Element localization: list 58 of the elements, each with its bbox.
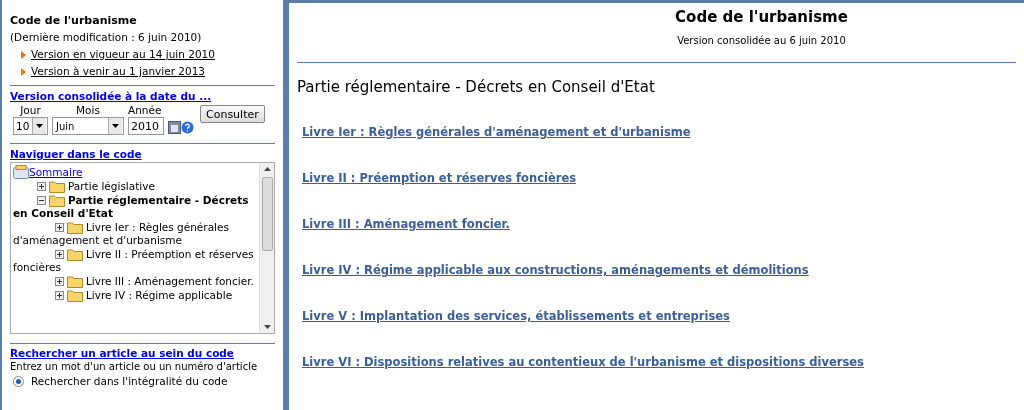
book-link[interactable]: Livre II : Préemption et réserves foncières — [302, 170, 577, 186]
calendar-icon[interactable] — [168, 120, 181, 134]
version-link[interactable]: Version à venir au 1 janvier 2013 — [31, 65, 206, 78]
last-modified: (Dernière modification : 6 juin 2010) — [10, 31, 203, 44]
search-hint: Entrez un mot d'un article ou un numéro d'article — [10, 360, 259, 373]
expand-icon[interactable] — [55, 223, 64, 232]
book-link[interactable]: Livre V : Implantation des services, établissements et entreprises — [302, 308, 730, 324]
scroll-up-icon[interactable] — [263, 167, 271, 171]
tree-item[interactable]: Livre II : Préemption et réserves foncières — [13, 248, 259, 274]
book-link[interactable]: Livre VI : Dispositions relatives au contentieux de l'urbanisme et dispositions diverses — [302, 354, 864, 370]
book-link[interactable]: Livre III : Aménagement foncier. — [302, 216, 510, 232]
tree-item[interactable]: Partie législative — [13, 180, 259, 193]
day-select[interactable]: 10 — [13, 117, 48, 135]
year-field[interactable]: 2010 — [128, 117, 164, 135]
scroll-down-icon[interactable] — [263, 325, 271, 329]
caret-icon — [36, 124, 43, 128]
tree-item[interactable]: Livre IV : Régime applicable — [13, 289, 259, 302]
folder-icon — [49, 194, 65, 207]
section-heading[interactable]: Rechercher un article au sein du code — [10, 347, 234, 359]
dropdown-button[interactable] — [32, 118, 46, 134]
folder-icon — [67, 248, 83, 261]
radio-button[interactable] — [13, 376, 24, 387]
month-select[interactable]: Juin — [52, 117, 124, 135]
section-title: Partie réglementaire - Décrets en Conseil d'Etat — [297, 81, 656, 94]
tree-item[interactable]: Livre III : Aménagement foncier. — [13, 275, 259, 288]
page-title: Code de l'urbanisme — [675, 11, 848, 24]
section-heading[interactable]: Naviguer dans le code — [10, 148, 142, 160]
code-title: Code de l'urbanisme — [10, 14, 138, 27]
help-icon[interactable] — [181, 121, 194, 134]
tree-link[interactable]: Sommaire — [29, 165, 83, 179]
tree-item[interactable]: Partie réglementaire - Décrets en Conseil d'Etat — [13, 194, 259, 220]
expand-icon[interactable] — [37, 182, 46, 191]
folder-icon — [49, 180, 65, 193]
version-link[interactable]: Version en vigueur au 14 juin 2010 — [31, 48, 215, 61]
folder-icon — [67, 275, 83, 288]
expand-icon[interactable] — [55, 250, 64, 259]
consult-button[interactable]: Consulter — [200, 105, 265, 123]
document-icon — [13, 165, 29, 179]
scroll-thumb[interactable] — [261, 177, 273, 251]
radio-label: Rechercher dans l'intégralité du code — [31, 375, 228, 388]
book-link[interactable]: Livre IV : Régime applicable aux constructions, aménagements et démolitions — [302, 262, 809, 278]
page-subtitle: Version consolidée au 6 juin 2010 — [677, 34, 846, 47]
bullet-icon — [21, 67, 26, 76]
expand-icon[interactable] — [55, 291, 64, 300]
day-label: Jour — [20, 104, 41, 117]
collapse-icon[interactable] — [37, 196, 46, 205]
section-heading[interactable]: Version consolidée à la date du ... — [10, 90, 212, 102]
folder-icon — [67, 289, 83, 302]
scrollbar[interactable] — [259, 163, 274, 333]
bullet-icon — [21, 50, 26, 59]
month-label: Mois — [76, 104, 100, 117]
tree-item[interactable]: Livre Ier : Règles générales d'aménagement et d'urbanisme — [13, 221, 259, 247]
year-label: Année — [128, 104, 162, 117]
book-link[interactable]: Livre Ier : Règles générales d'aménagement et d'urbanisme — [302, 124, 691, 140]
dropdown-button[interactable] — [108, 118, 122, 134]
folder-icon — [67, 221, 83, 234]
expand-icon[interactable] — [55, 277, 64, 286]
caret-icon — [112, 124, 119, 128]
